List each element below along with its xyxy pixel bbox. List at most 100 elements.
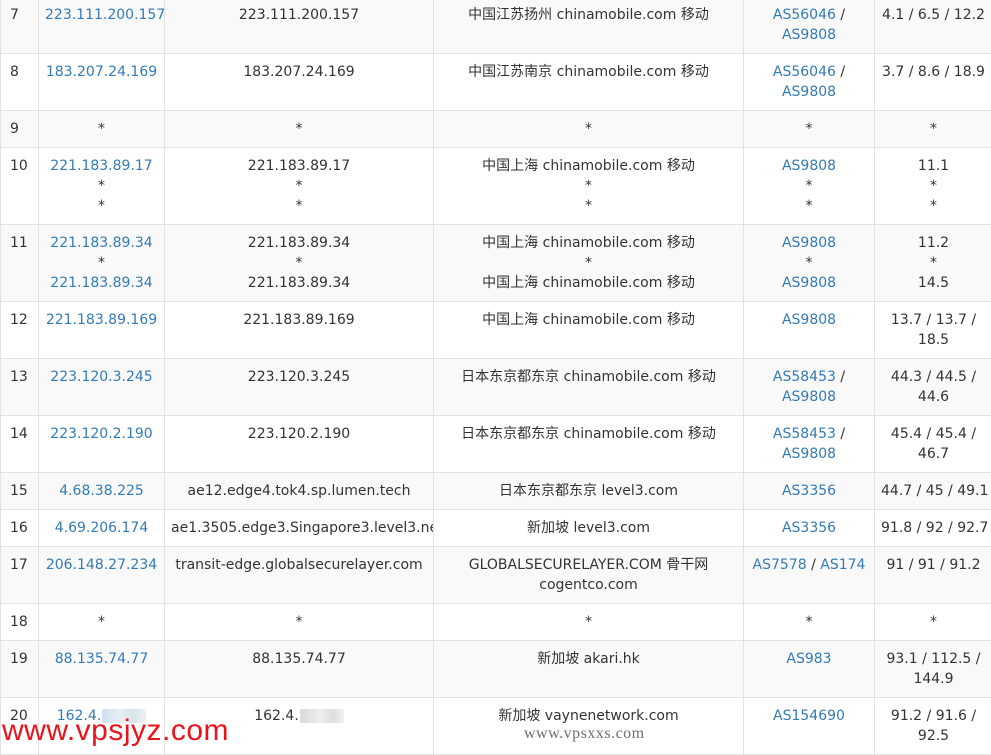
location-cell: * — [434, 604, 744, 641]
ip-link[interactable]: 4.69.206.174 — [45, 518, 158, 538]
hostname: 223.120.3.245 — [171, 367, 427, 387]
asn-line: AS9808 — [750, 25, 868, 45]
hostname-text: * — [296, 121, 303, 137]
ip-link[interactable]: 221.183.89.34 — [45, 273, 158, 293]
location-cell: * — [434, 111, 744, 148]
ip-link[interactable]: 4.68.38.225 — [45, 481, 158, 501]
asn-link[interactable]: AS58453 — [773, 426, 836, 442]
ip-link[interactable]: 221.183.89.169 — [45, 310, 158, 330]
watermark-sub: www.vpsxxs.com — [524, 725, 645, 743]
ip-cell: * — [39, 111, 165, 148]
ip-text[interactable]: 88.135.74.77 — [55, 651, 149, 667]
hostname: * — [171, 176, 427, 196]
hostname-text: 183.207.24.169 — [243, 64, 354, 80]
asn-cell: AS3356 — [744, 473, 875, 510]
ip-text[interactable]: 223.111.200.157 — [45, 7, 165, 23]
asn-link[interactable]: AS3356 — [782, 483, 836, 499]
hop-row: 14223.120.2.190223.120.2.190日本东京都东京 chin… — [1, 416, 991, 473]
asn-link[interactable]: AS9808 — [782, 84, 836, 100]
rtt-cell: * — [875, 604, 991, 641]
hostname: * — [171, 196, 427, 216]
asn-link[interactable]: AS9808 — [782, 446, 836, 462]
asn-timeout: * — [806, 121, 813, 137]
asn-link[interactable]: AS9808 — [782, 312, 836, 328]
asn-line: AS9808 — [750, 387, 868, 407]
rtt-value: 45.4 / 45.4 / — [881, 424, 986, 444]
rtt-cell: 44.7 / 45 / 49.1 — [875, 473, 991, 510]
ip-link[interactable]: 223.111.200.157 — [45, 5, 158, 25]
asn-link[interactable]: AS58453 — [773, 369, 836, 385]
asn-link[interactable]: AS9808 — [782, 27, 836, 43]
ip-text[interactable]: 183.207.24.169 — [46, 64, 157, 80]
ip-text[interactable]: 221.183.89.34 — [50, 235, 152, 251]
ip-link[interactable]: 183.207.24.169 — [45, 62, 158, 82]
ip-link[interactable]: 206.148.27.234 — [45, 555, 158, 575]
ip-link[interactable]: 223.120.3.245 — [45, 367, 158, 387]
asn-line: * — [750, 176, 868, 196]
location: 日本东京都东京 chinamobile.com 移动 — [440, 367, 737, 387]
ip-timeout: * — [45, 612, 158, 632]
ip-cell: 223.120.3.245 — [39, 359, 165, 416]
asn-separator: / — [840, 369, 845, 385]
hop-number: 17 — [10, 557, 28, 573]
ip-cell: 223.111.200.157 — [39, 0, 165, 54]
asn-line: AS56046 / — [750, 5, 868, 25]
asn-cell: AS3356 — [744, 510, 875, 547]
ip-text[interactable]: 223.120.3.245 — [50, 369, 152, 385]
asn-timeout: * — [806, 198, 813, 214]
hostname-cell: * — [165, 604, 434, 641]
hop-number-cell: 13 — [1, 359, 39, 416]
hop-number-cell: 10 — [1, 148, 39, 225]
location-cell: 新加坡 level3.com — [434, 510, 744, 547]
asn-link[interactable]: AS9808 — [782, 235, 836, 251]
asn-link[interactable]: AS56046 — [773, 7, 836, 23]
ip-text[interactable]: 223.120.2.190 — [50, 426, 152, 442]
ip-text[interactable]: 4.68.38.225 — [59, 483, 144, 499]
asn-link[interactable]: AS174 — [820, 557, 865, 573]
hostname-cell: 223.120.2.190 — [165, 416, 434, 473]
asn-link[interactable]: AS9808 — [782, 275, 836, 291]
hostname-cell: 223.120.3.245 — [165, 359, 434, 416]
asn-cell: AS983 — [744, 641, 875, 698]
rtt-cell: 91 / 91 / 91.2 — [875, 547, 991, 604]
rtt-cell: 13.7 / 13.7 /18.5 — [875, 302, 991, 359]
asn-line: * — [750, 253, 868, 273]
hop-row: 1988.135.74.7788.135.74.77新加坡 akari.hkAS… — [1, 641, 991, 698]
rtt-value: 91.8 / 92 / 92.7 — [881, 518, 986, 538]
asn-cell: AS9808 — [744, 302, 875, 359]
hop-number-cell: 18 — [1, 604, 39, 641]
location: * — [440, 176, 737, 196]
asn-link[interactable]: AS56046 — [773, 64, 836, 80]
asn-link[interactable]: AS3356 — [782, 520, 836, 536]
ip-link[interactable]: 221.183.89.34 — [45, 233, 158, 253]
ip-link[interactable]: 223.120.2.190 — [45, 424, 158, 444]
location: * — [440, 253, 737, 273]
asn-link[interactable]: AS7578 — [753, 557, 807, 573]
asn-link[interactable]: AS983 — [786, 651, 831, 667]
ip-text[interactable]: 221.183.89.17 — [50, 158, 152, 174]
ip-link[interactable]: 88.135.74.77 — [45, 649, 158, 669]
ip-text[interactable]: 4.69.206.174 — [55, 520, 149, 536]
hop-number: 12 — [10, 312, 28, 328]
ip-link[interactable]: 221.183.89.17 — [45, 156, 158, 176]
hop-number-cell: 14 — [1, 416, 39, 473]
location-cell: 中国江苏扬州 chinamobile.com 移动 — [434, 0, 744, 54]
hostname-text: 221.183.89.17 — [248, 158, 350, 174]
hostname-text: * — [296, 198, 303, 214]
ip-text[interactable]: 221.183.89.169 — [46, 312, 157, 328]
asn-cell: AS9808 * * — [744, 148, 875, 225]
asn-link[interactable]: AS9808 — [782, 158, 836, 174]
rtt-cell: 93.1 / 112.5 /144.9 — [875, 641, 991, 698]
asn-link[interactable]: AS9808 — [782, 389, 836, 405]
rtt-value: 3.7 / 8.6 / 18.9 — [881, 62, 986, 82]
asn-link[interactable]: AS154690 — [773, 708, 845, 724]
ip-text[interactable]: 221.183.89.34 — [50, 275, 152, 291]
ip-text: * — [98, 178, 105, 194]
rtt-cell: 11.1** — [875, 148, 991, 225]
hop-row: 7223.111.200.157223.111.200.157中国江苏扬州 ch… — [1, 0, 991, 54]
location-cell: 中国江苏南京 chinamobile.com 移动 — [434, 54, 744, 111]
ip-text[interactable]: 206.148.27.234 — [46, 557, 157, 573]
rtt-cell: 91.2 / 91.6 /92.5 — [875, 698, 991, 755]
rtt-value: 44.6 — [881, 387, 986, 407]
redacted-blur — [300, 709, 344, 723]
